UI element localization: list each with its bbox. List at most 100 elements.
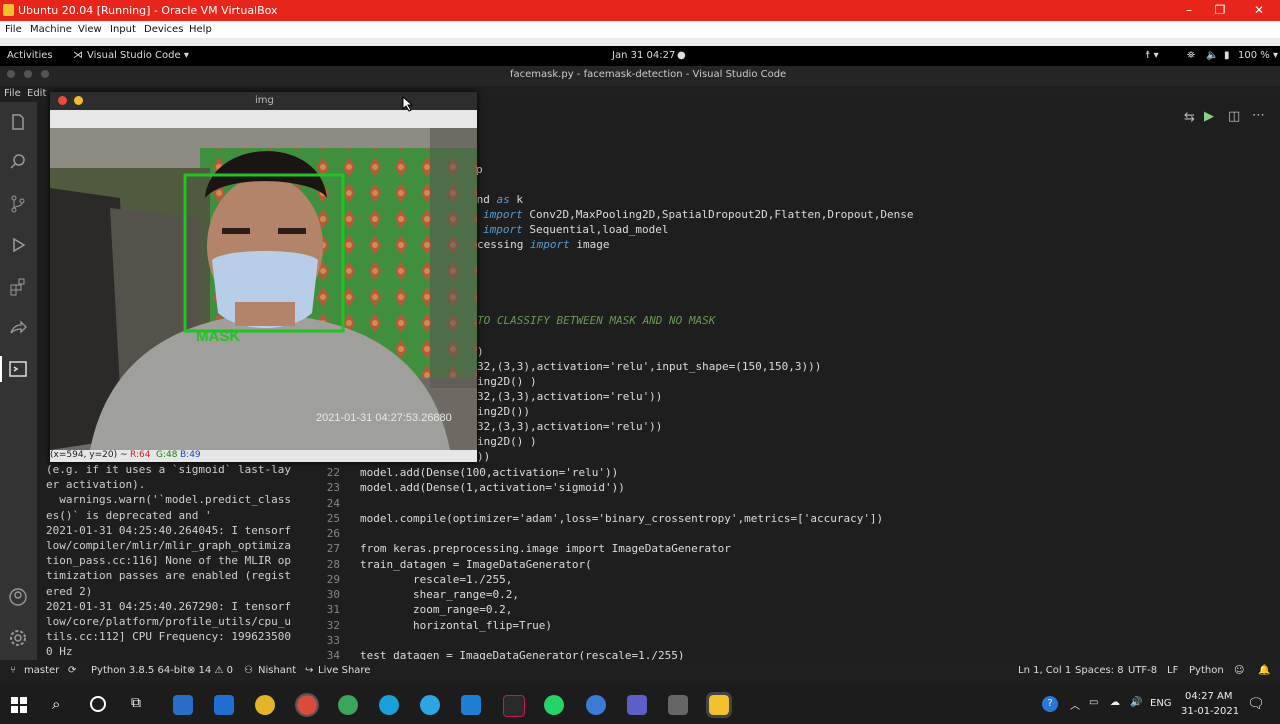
code-line: shear_range=0.2, bbox=[360, 588, 519, 601]
user-name[interactable]: Nishant bbox=[258, 665, 296, 676]
store-icon[interactable] bbox=[173, 695, 193, 715]
maximize-button[interactable]: ❐ bbox=[1205, 2, 1235, 18]
activities-button[interactable]: Activities bbox=[7, 50, 53, 61]
explorer-icon[interactable] bbox=[8, 112, 28, 132]
end-of-line[interactable]: LF bbox=[1167, 665, 1178, 676]
teams-icon[interactable] bbox=[627, 695, 647, 715]
line-number: 26 bbox=[326, 527, 340, 540]
extensions-icon[interactable] bbox=[8, 277, 28, 297]
battery-icon[interactable]: ▮ bbox=[1224, 50, 1230, 61]
notification-dot-icon: ● bbox=[677, 50, 686, 61]
feedback-icon[interactable]: ☺ bbox=[1234, 665, 1244, 676]
window-maximize-dot[interactable] bbox=[41, 70, 49, 78]
sync-icon[interactable]: ⟳ bbox=[68, 665, 76, 676]
split-editor-icon[interactable]: ◫ bbox=[1228, 109, 1240, 124]
pixel-coords: (x=594, y=20) ~ bbox=[50, 450, 128, 460]
language-indicator[interactable]: ENG bbox=[1150, 698, 1172, 709]
img-minimize-button[interactable] bbox=[74, 96, 83, 105]
edge-icon[interactable] bbox=[379, 695, 399, 715]
code-fragment: ing2D()) bbox=[477, 405, 530, 418]
vscode-menu-file[interactable]: File bbox=[4, 88, 21, 99]
live-share-button[interactable]: Live Share bbox=[318, 665, 370, 676]
mail-icon[interactable] bbox=[214, 695, 234, 715]
whatsapp-icon[interactable] bbox=[544, 695, 564, 715]
network-icon[interactable]: ⛯ bbox=[1187, 50, 1195, 61]
line-number: 32 bbox=[326, 618, 340, 632]
tray-chevron-icon[interactable]: ︿ bbox=[1070, 697, 1080, 712]
battery-tray-icon[interactable]: ▭ bbox=[1089, 697, 1098, 708]
search-icon[interactable] bbox=[8, 152, 28, 172]
menu-machine[interactable]: Machine bbox=[30, 24, 72, 35]
taskbar-date[interactable]: 31-01-2021 bbox=[1181, 706, 1239, 717]
terminal-line: 2021-01-31 04:25:40.267290: I tensorf bbox=[46, 599, 292, 613]
source-control-icon[interactable] bbox=[8, 194, 28, 214]
terminal-line: timization passes are enabled (regist bbox=[46, 569, 292, 583]
code-fragment: 32,(3,3),activation='relu',input_shape=(… bbox=[477, 360, 822, 373]
account-icon[interactable] bbox=[8, 587, 28, 607]
menu-file[interactable]: File bbox=[5, 24, 22, 35]
chrome-profile-2-icon[interactable] bbox=[338, 695, 358, 715]
volume-tray-icon[interactable]: 🔊 bbox=[1130, 697, 1142, 708]
activity-bar bbox=[0, 102, 37, 660]
minimize-button[interactable]: – bbox=[1174, 2, 1204, 18]
window-close-dot[interactable] bbox=[7, 70, 15, 78]
run-file-icon[interactable]: ▶ bbox=[1204, 109, 1214, 124]
virtualbox-vm-icon[interactable] bbox=[706, 692, 732, 718]
open-changes-icon[interactable]: ⇆ bbox=[1184, 110, 1195, 125]
taskbar-time[interactable]: 04:27 AM bbox=[1185, 691, 1232, 702]
signal-icon[interactable] bbox=[586, 695, 606, 715]
user-icon: ⚇ bbox=[244, 665, 253, 676]
code-fragment: 32,(3,3),activation='relu')) bbox=[477, 420, 663, 433]
cortana-icon[interactable] bbox=[90, 696, 106, 712]
chrome-profile-icon[interactable] bbox=[295, 693, 319, 717]
app-menu[interactable]: Visual Studio Code ▾ bbox=[87, 50, 189, 61]
vscode-menu-edit[interactable]: Edit bbox=[27, 88, 46, 99]
close-button[interactable]: ✕ bbox=[1244, 2, 1274, 18]
volume-icon[interactable]: 🔈 bbox=[1206, 50, 1218, 61]
virtualbox-cube-icon[interactable] bbox=[668, 695, 688, 715]
menu-input[interactable]: Input bbox=[110, 24, 136, 35]
git-branch[interactable]: master bbox=[24, 665, 59, 676]
terminal-line: warnings.warn('`model.predict_class bbox=[46, 493, 292, 507]
python-interpreter[interactable]: Python 3.8.5 64-bit bbox=[91, 665, 187, 676]
img-close-button[interactable] bbox=[58, 96, 67, 105]
battery-level[interactable]: 100 % ▾ bbox=[1238, 50, 1278, 61]
live-share-icon[interactable] bbox=[8, 318, 28, 338]
code-line: horizontal_flip=True) bbox=[360, 618, 553, 632]
terminal-icon[interactable] bbox=[8, 359, 28, 379]
menu-devices[interactable]: Devices bbox=[144, 24, 183, 35]
pixel-b: B:49 bbox=[180, 450, 201, 460]
terminal-line: low/compiler/mlir/mlir_graph_optimiza bbox=[46, 539, 292, 553]
cursor-position[interactable]: Ln 1, Col 1 bbox=[1018, 665, 1071, 676]
notifications-icon[interactable]: 🔔 bbox=[1258, 665, 1270, 676]
task-view-icon[interactable]: ⧉ bbox=[131, 695, 141, 711]
terminal-line: ered 2) bbox=[46, 584, 93, 598]
line-number: 33 bbox=[326, 633, 340, 647]
code-line: zoom_range=0.2, bbox=[360, 603, 513, 617]
indentation[interactable]: Spaces: 8 bbox=[1075, 665, 1124, 676]
menu-view[interactable]: View bbox=[78, 24, 102, 35]
vscode-icon[interactable] bbox=[461, 695, 481, 715]
terminal-app-icon[interactable] bbox=[503, 695, 525, 717]
help-icon[interactable]: ? bbox=[1042, 696, 1058, 712]
terminal-line: low/core/platform/profile_utils/cpu_u bbox=[46, 615, 292, 629]
network-tray-icon[interactable]: ☁ bbox=[1110, 697, 1120, 708]
file-encoding[interactable]: UTF-8 bbox=[1128, 665, 1157, 676]
chrome-icon[interactable] bbox=[255, 695, 275, 715]
menu-help[interactable]: Help bbox=[189, 24, 212, 35]
settings-gear-icon[interactable] bbox=[8, 628, 28, 648]
windows-taskbar: ⌕ ⧉ ? ︿ ▭ ☁ 🔊 ENG 04:27 AM 31-01-2021 🗨 bbox=[0, 686, 1280, 724]
telegram-icon[interactable] bbox=[420, 695, 440, 715]
clock[interactable]: Jan 31 04:27 bbox=[612, 50, 675, 61]
taskbar-search-icon[interactable]: ⌕ bbox=[52, 695, 60, 713]
window-minimize-dot[interactable] bbox=[24, 70, 32, 78]
accessibility-icon[interactable]: ☨ ▾ bbox=[1145, 50, 1159, 61]
action-center-icon[interactable]: 🗨 bbox=[1247, 696, 1265, 712]
more-actions-icon[interactable]: ⋯ bbox=[1252, 108, 1265, 123]
run-debug-icon[interactable] bbox=[8, 235, 28, 255]
line-number: 31 bbox=[326, 603, 340, 617]
language-mode[interactable]: Python bbox=[1189, 665, 1224, 676]
img-window[interactable]: img MASK 2021-01-31 04:27:53.26880 (x=59… bbox=[50, 92, 477, 462]
problems-indicator[interactable]: ⊗ 14 ⚠ 0 bbox=[187, 665, 233, 676]
windows-start-icon[interactable] bbox=[11, 697, 27, 713]
